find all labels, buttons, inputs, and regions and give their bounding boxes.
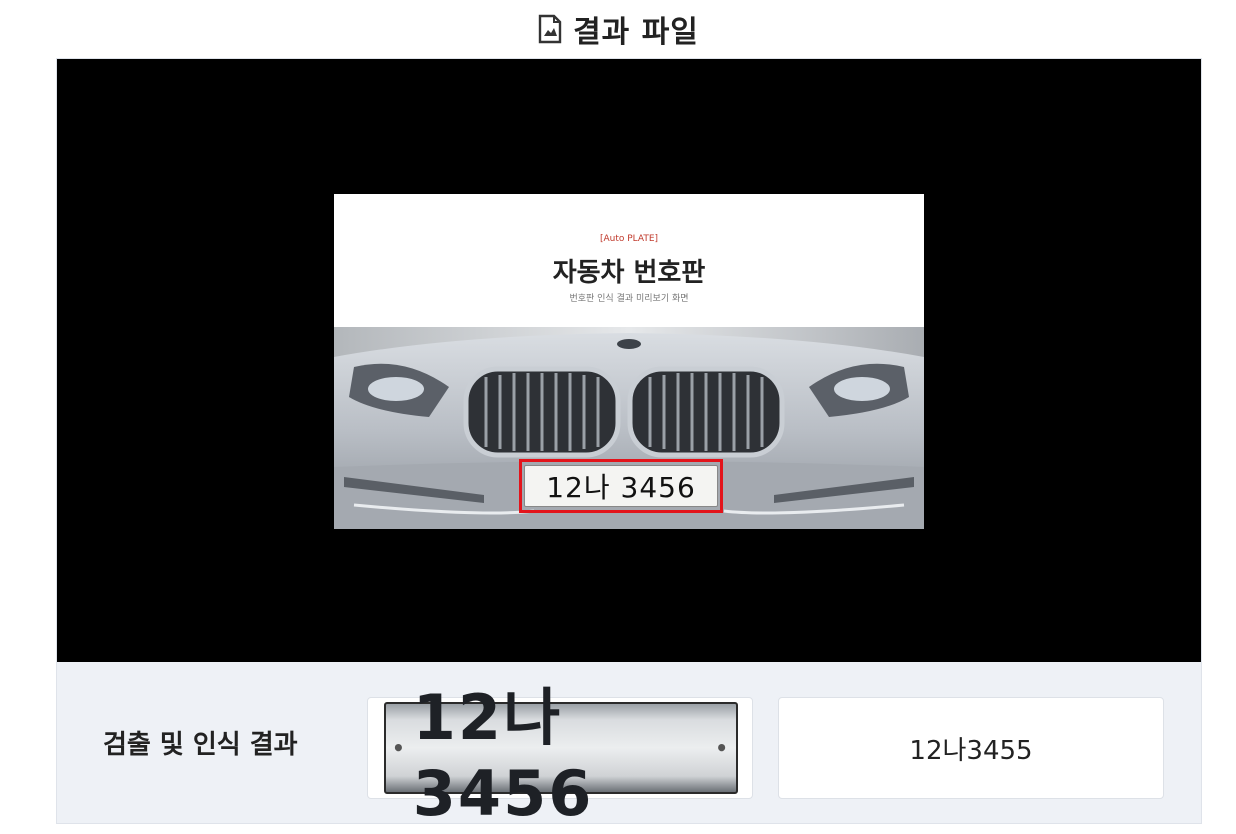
banner-subtitle: 번호판 인식 결과 미리보기 화면 [569,294,689,304]
plate-bolt-icon: • [715,736,730,760]
detection-result-row: 검출 및 인식 결과 • 12나 3456 • 12나3455 [57,662,1201,830]
cropped-plate-image: • 12나 3456 • [384,681,738,830]
plate-detection-box [519,459,723,513]
result-label: 검출 및 인식 결과 [103,730,298,760]
source-image: [Auto PLATE] 자동차 번호판 번호판 인식 결과 미리보기 화면 1… [334,194,924,529]
banner-heading: 자동차 번호판 [552,258,706,288]
recognized-text-panel: 12나3455 [778,697,1164,799]
image-viewer: [Auto PLATE] 자동차 번호판 번호판 인식 결과 미리보기 화면 1… [57,59,1201,662]
car-front-image: 12나 3456 [334,327,924,529]
page-title: 결과 파일 [573,15,699,50]
cropped-plate-panel: • 12나 3456 • [367,681,753,830]
recognized-plate-text: 12나3455 [909,735,1033,766]
document-icon [537,14,563,44]
cropped-plate-text: 12나 3456 [412,680,594,830]
result-file-header: 결과 파일 [0,0,1236,58]
banner-tag: [Auto PLATE] [599,234,659,244]
result-frame: [Auto PLATE] 자동차 번호판 번호판 인식 결과 미리보기 화면 1… [56,58,1202,830]
image-banner: [Auto PLATE] 자동차 번호판 번호판 인식 결과 미리보기 화면 [334,194,924,329]
plate-bolt-icon: • [392,736,407,760]
